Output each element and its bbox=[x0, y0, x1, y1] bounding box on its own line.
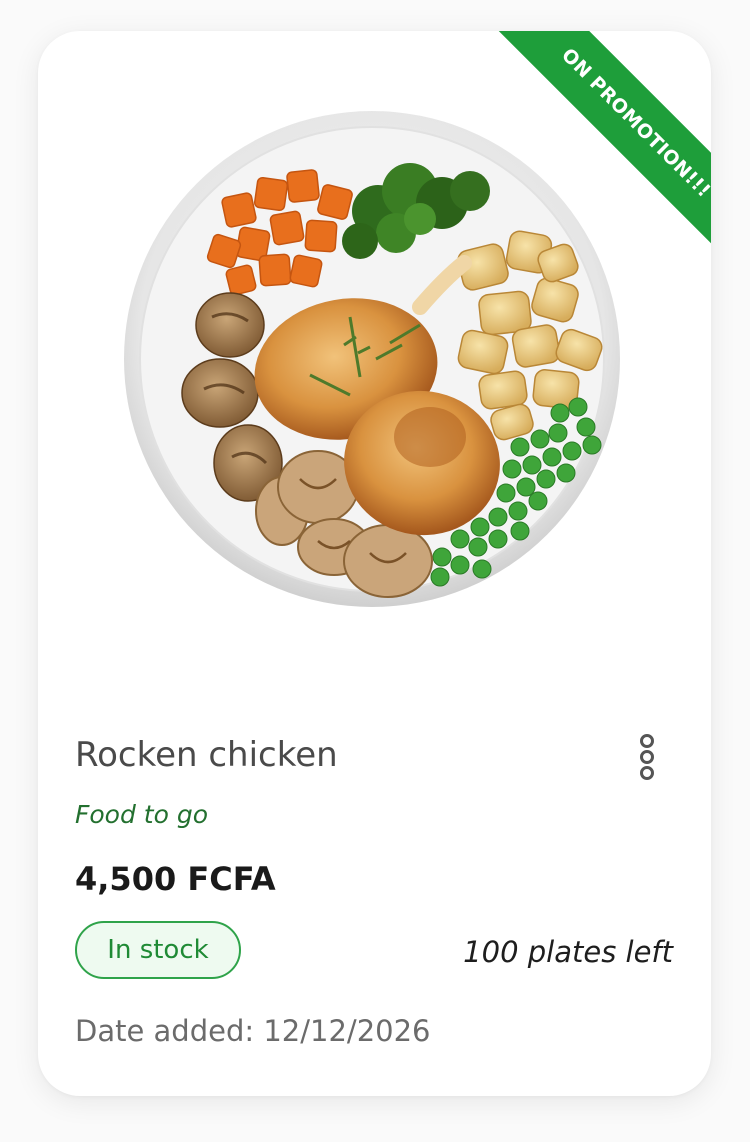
more-vertical-icon[interactable] bbox=[629, 731, 665, 787]
stock-status-badge: In stock bbox=[75, 921, 241, 979]
stock-status-label: In stock bbox=[107, 935, 209, 965]
dish-image bbox=[124, 111, 620, 607]
date-added: Date added: 12/12/2026 bbox=[75, 1014, 431, 1048]
product-category: Food to go bbox=[75, 800, 208, 829]
product-title: Rocken chicken bbox=[75, 735, 338, 775]
remaining-plates: 100 plates left bbox=[463, 935, 673, 969]
product-price: 4,500 FCFA bbox=[75, 860, 276, 898]
title-row: Rocken chicken bbox=[75, 731, 675, 779]
product-card[interactable]: ON PROMOTION!!! Rocken chicken Food to g… bbox=[38, 31, 711, 1096]
